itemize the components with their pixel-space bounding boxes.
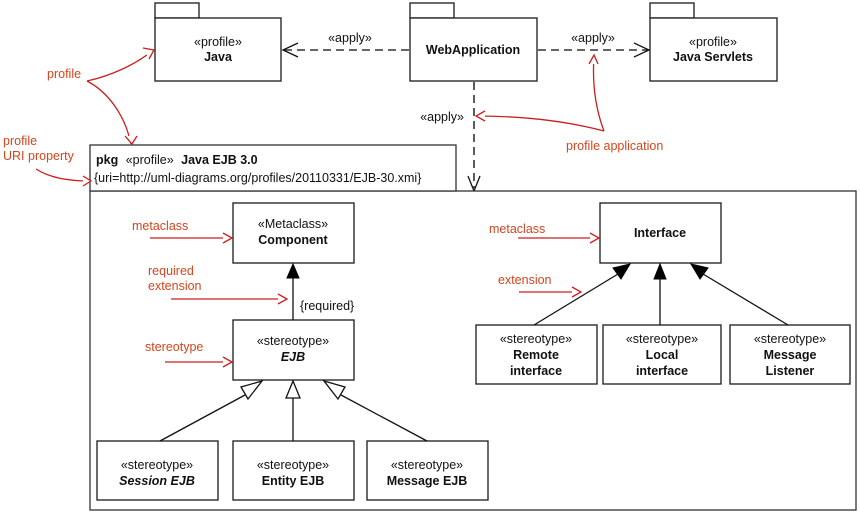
annotation-curve [35, 168, 91, 182]
class-name: Interface [634, 226, 686, 240]
annotation-arrowhead-icon [142, 47, 156, 60]
frame-name: Java EJB 3.0 [181, 153, 257, 167]
package-name: WebApplication [426, 43, 520, 57]
frame-stereotype: «profile» [126, 153, 174, 167]
class-name-line1: Local [646, 348, 679, 362]
annotation-arrowhead-icon [124, 135, 138, 146]
class-stereotype: «stereotype» [391, 458, 463, 472]
class-stereotype: «stereotype» [121, 458, 193, 472]
annotation-curve [592, 55, 605, 132]
annotation-text: profile [47, 67, 81, 81]
class-message-listener[interactable]: «stereotype» Message Listener [729, 324, 851, 385]
required-constraint: {required} [300, 299, 354, 313]
annotation-text: URI property [3, 149, 75, 163]
class-session-ejb[interactable]: «stereotype» Session EJB [96, 440, 219, 501]
frame-uri: {uri=http://uml-diagrams.org/profiles/20… [94, 171, 421, 185]
package-name: Java Servlets [673, 50, 753, 64]
annotation-text: extension [148, 279, 202, 293]
apply-label: «apply» [571, 31, 615, 45]
apply-label: «apply» [420, 110, 464, 124]
annotation-text: profile application [566, 139, 663, 153]
class-local-interface[interactable]: «stereotype» Local interface [602, 324, 722, 385]
annotation-arrowhead-icon [588, 53, 599, 65]
package-stereotype: «profile» [194, 35, 242, 49]
class-name-line2: Listener [766, 364, 815, 378]
package-tab [154, 2, 200, 19]
class-name-line1: Remote [513, 348, 559, 362]
class-name: Message EJB [387, 474, 468, 488]
package-tab [409, 2, 455, 19]
class-name-line2: interface [636, 364, 688, 378]
annotation-text: metaclass [489, 222, 545, 236]
package-stereotype: «profile» [689, 35, 737, 49]
class-interface[interactable]: Interface [599, 202, 722, 264]
class-name-line2: interface [510, 364, 562, 378]
package-java-servlets[interactable]: «profile» Java Servlets [649, 2, 778, 82]
annotation-profile: profile [47, 47, 156, 146]
class-stereotype: «stereotype» [257, 458, 329, 472]
class-name: EJB [281, 350, 305, 364]
annotation-curve [86, 50, 153, 82]
class-stereotype: «stereotype» [754, 332, 826, 346]
apply-dependency-java[interactable]: «apply» [281, 31, 409, 58]
class-stereotype: «stereotype» [500, 332, 572, 346]
class-name: Component [258, 233, 328, 247]
apply-dependency-servlets[interactable]: «apply» [538, 31, 651, 58]
frame-title: pkg «profile» Java EJB 3.0 [96, 153, 258, 167]
annotation-curve [86, 80, 132, 145]
class-message-ejb[interactable]: «stereotype» Message EJB [366, 440, 489, 501]
class-component[interactable]: «Metaclass» Component [232, 202, 355, 264]
class-name-line1: Message [764, 348, 817, 362]
frame-keyword: pkg [96, 153, 118, 167]
package-java[interactable]: «profile» Java [154, 2, 282, 82]
annotation-curve [475, 115, 605, 132]
package-name: Java [204, 50, 233, 64]
class-entity-ejb[interactable]: «stereotype» Entity EJB [232, 440, 355, 501]
annotation-text: stereotype [145, 340, 203, 354]
class-ejb[interactable]: «stereotype» EJB [232, 319, 355, 381]
uml-profile-diagram: «profile» Java WebApplication «profile» … [3, 2, 857, 511]
annotation-text: extension [498, 273, 552, 287]
apply-label: «apply» [328, 31, 372, 45]
class-remote-interface[interactable]: «stereotype» Remote interface [475, 324, 598, 385]
annotation-text: profile [3, 134, 37, 148]
class-stereotype: «stereotype» [626, 332, 698, 346]
class-name: Entity EJB [262, 474, 325, 488]
class-stereotype: «stereotype» [257, 334, 329, 348]
annotation-text: metaclass [132, 219, 188, 233]
package-tab [649, 2, 695, 19]
package-webapplication[interactable]: WebApplication [409, 2, 538, 82]
class-stereotype: «Metaclass» [258, 217, 328, 231]
class-name: Session EJB [119, 474, 195, 488]
annotation-text: required [148, 264, 194, 278]
annotation-arrowhead-icon [474, 110, 486, 122]
annotation-profile-uri: profile URI property [3, 134, 93, 187]
